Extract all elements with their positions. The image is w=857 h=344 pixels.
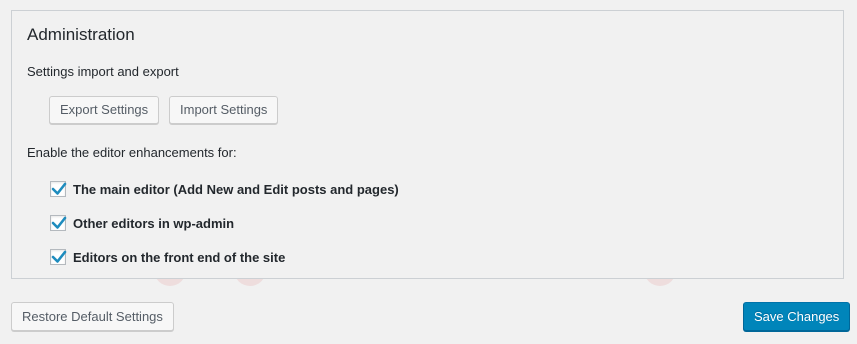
option-other-editors[interactable]: Other editors in wp-admin <box>50 214 234 232</box>
checkbox-other-editors[interactable] <box>50 215 67 231</box>
option-front-end[interactable]: Editors on the front end of the site <box>50 248 285 266</box>
restore-default-settings-button[interactable]: Restore Default Settings <box>11 302 174 331</box>
option-label: Other editors in wp-admin <box>73 215 235 231</box>
administration-panel: Administration Settings import and expor… <box>11 10 844 279</box>
import-export-label: Settings import and export <box>27 64 179 79</box>
option-label: The main editor (Add New and Edit posts … <box>73 181 399 197</box>
checkmark-icon <box>51 182 67 195</box>
export-settings-button[interactable]: Export Settings <box>49 96 160 124</box>
checkmark-icon <box>51 250 67 263</box>
checkbox-main-editor[interactable] <box>50 181 67 197</box>
save-changes-button[interactable]: Save Changes <box>743 302 851 331</box>
import-settings-button[interactable]: Import Settings <box>169 96 279 124</box>
checkbox-front-end[interactable] <box>50 249 67 265</box>
option-main-editor[interactable]: The main editor (Add New and Edit posts … <box>50 180 399 198</box>
enhancements-label: Enable the editor enhancements for: <box>27 145 237 160</box>
checkmark-icon <box>51 216 67 229</box>
panel-title: Administration <box>27 25 135 44</box>
option-label: Editors on the front end of the site <box>73 249 286 265</box>
